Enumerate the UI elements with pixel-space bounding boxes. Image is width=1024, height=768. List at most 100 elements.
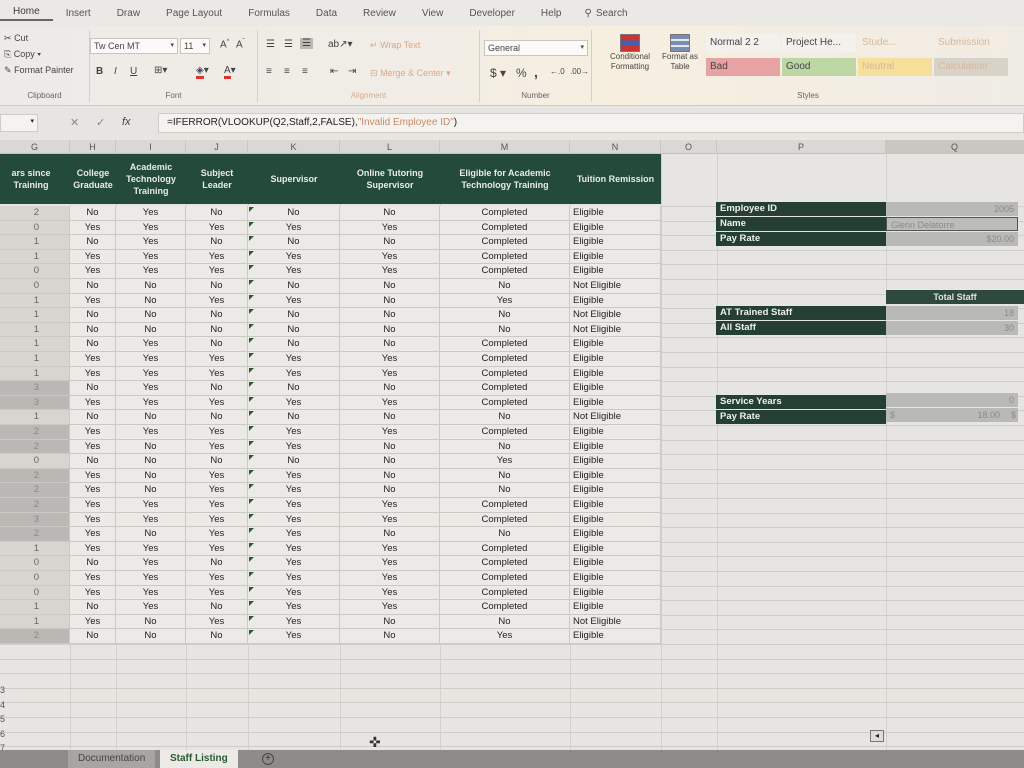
table-cell[interactable]: No [340, 614, 440, 630]
wrap-text-button[interactable]: ↵ Wrap Text [370, 40, 420, 51]
table-cell[interactable]: No [70, 454, 116, 469]
table-header-cell[interactable]: ars since Training [0, 154, 70, 204]
column-header-h[interactable]: H [70, 140, 116, 154]
cell-style-project-he[interactable]: Project He... [782, 34, 856, 52]
table-cell[interactable]: Yes [116, 585, 186, 601]
cell-style-stude[interactable]: Stude... [858, 34, 932, 52]
table-cell[interactable]: No [248, 308, 340, 323]
table-cell[interactable]: Yes [248, 614, 340, 630]
column-header-j[interactable]: J [186, 140, 248, 154]
table-cell[interactable]: 1 [0, 249, 70, 265]
table-cell[interactable]: Yes [340, 425, 440, 440]
table-cell[interactable]: 0 [0, 585, 70, 601]
insert-function-icon[interactable]: fx [122, 116, 131, 128]
table-cell[interactable]: Yes [116, 264, 186, 279]
row-number[interactable]: 7 [0, 743, 8, 750]
table-cell[interactable]: Yes [70, 614, 116, 630]
table-cell[interactable]: Completed [440, 498, 570, 513]
table-cell[interactable]: Yes [70, 439, 116, 455]
table-cell[interactable]: 0 [0, 264, 70, 279]
table-cell[interactable]: No [116, 410, 186, 425]
table-header-cell[interactable]: Academic Technology Training [116, 154, 186, 204]
table-cell[interactable]: 1 [0, 614, 70, 630]
table-cell[interactable]: Yes [248, 585, 340, 601]
table-cell[interactable]: No [70, 600, 116, 615]
table-cell[interactable]: No [340, 235, 440, 250]
table-cell[interactable]: No [248, 410, 340, 425]
table-cell[interactable]: Completed [440, 425, 570, 440]
sheet-tab-staff-listing[interactable]: Staff Listing [160, 750, 238, 768]
font-color-button[interactable]: A▾ [224, 65, 236, 79]
percent-button[interactable]: % [516, 66, 527, 80]
name-value[interactable]: Glenn Delatorre [886, 217, 1018, 231]
tab-developer[interactable]: Developer [456, 8, 528, 19]
table-cell[interactable]: 1 [0, 366, 70, 382]
table-cell[interactable]: 1 [0, 541, 70, 557]
tab-home[interactable]: Home [0, 6, 53, 21]
table-cell[interactable]: Yes [186, 264, 248, 279]
table-cell[interactable]: Completed [440, 381, 570, 396]
table-cell[interactable]: 2 [0, 498, 70, 513]
table-cell[interactable]: No [340, 527, 440, 542]
table-cell[interactable]: No [440, 468, 570, 484]
table-cell[interactable]: Yes [248, 468, 340, 484]
table-cell[interactable]: No [186, 600, 248, 615]
table-cell[interactable]: Completed [440, 541, 570, 557]
table-cell[interactable]: 3 [0, 381, 70, 396]
add-sheet-button[interactable]: + [262, 753, 274, 765]
copy-button[interactable]: ⎘ Copy ▾ [0, 46, 89, 62]
table-cell[interactable]: Yes [70, 395, 116, 411]
table-cell[interactable]: Eligible [570, 541, 661, 557]
table-cell[interactable]: Yes [340, 541, 440, 557]
table-cell[interactable]: Yes [340, 600, 440, 615]
table-cell[interactable]: 2 [0, 439, 70, 455]
increase-decimal-icon[interactable]: ←.0 [550, 67, 565, 76]
table-header-cell[interactable]: Supervisor [248, 154, 340, 204]
table-cell[interactable]: No [116, 293, 186, 309]
table-cell[interactable]: Completed [440, 585, 570, 601]
table-cell[interactable]: Yes [248, 366, 340, 382]
table-cell[interactable]: 0 [0, 571, 70, 586]
table-cell[interactable]: Completed [440, 220, 570, 236]
table-cell[interactable]: No [248, 279, 340, 294]
scroll-left-button[interactable]: ◂ [870, 730, 884, 742]
table-cell[interactable]: Not Eligible [570, 308, 661, 323]
column-header-l[interactable]: L [340, 140, 440, 154]
sheet-tab-documentation[interactable]: Documentation [68, 750, 156, 768]
table-cell[interactable]: 1 [0, 410, 70, 425]
comma-button[interactable]: , [534, 64, 538, 80]
table-cell[interactable]: Completed [440, 600, 570, 615]
decrease-indent-icon[interactable]: ⇤ [330, 66, 338, 77]
table-cell[interactable]: Yes [248, 483, 340, 498]
table-cell[interactable]: Yes [248, 293, 340, 309]
employee-id-value[interactable]: 2005 [886, 202, 1018, 216]
table-cell[interactable]: No [186, 322, 248, 338]
table-cell[interactable]: No [186, 206, 248, 221]
table-cell[interactable]: 1 [0, 337, 70, 352]
table-cell[interactable]: Yes [116, 512, 186, 528]
search-box[interactable]: ⚲ Search [575, 8, 628, 19]
table-cell[interactable]: No [116, 629, 186, 644]
cell-style-submission[interactable]: Submission [934, 34, 1008, 52]
cell-style-calculation[interactable]: Calculation [934, 58, 1008, 76]
table-cell[interactable]: No [248, 206, 340, 221]
table-cell[interactable]: No [186, 337, 248, 352]
table-cell[interactable]: No [340, 454, 440, 469]
name-box[interactable]: ▾ [0, 114, 38, 132]
table-cell[interactable]: 2 [0, 483, 70, 498]
table-cell[interactable]: Eligible [570, 498, 661, 513]
table-cell[interactable]: No [440, 439, 570, 455]
table-cell[interactable]: Yes [340, 366, 440, 382]
table-cell[interactable]: 1 [0, 322, 70, 338]
table-cell[interactable]: No [116, 279, 186, 294]
table-cell[interactable]: Completed [440, 556, 570, 571]
increase-indent-icon[interactable]: ⇥ [348, 66, 356, 77]
align-center-icon[interactable]: ≡ [284, 66, 290, 77]
table-cell[interactable]: Yes [248, 629, 340, 644]
table-cell[interactable]: Yes [248, 527, 340, 542]
table-cell[interactable]: 3 [0, 395, 70, 411]
table-cell[interactable]: No [340, 279, 440, 294]
table-cell[interactable]: Yes [248, 439, 340, 455]
table-cell[interactable]: Yes [186, 395, 248, 411]
table-cell[interactable]: Eligible [570, 206, 661, 221]
